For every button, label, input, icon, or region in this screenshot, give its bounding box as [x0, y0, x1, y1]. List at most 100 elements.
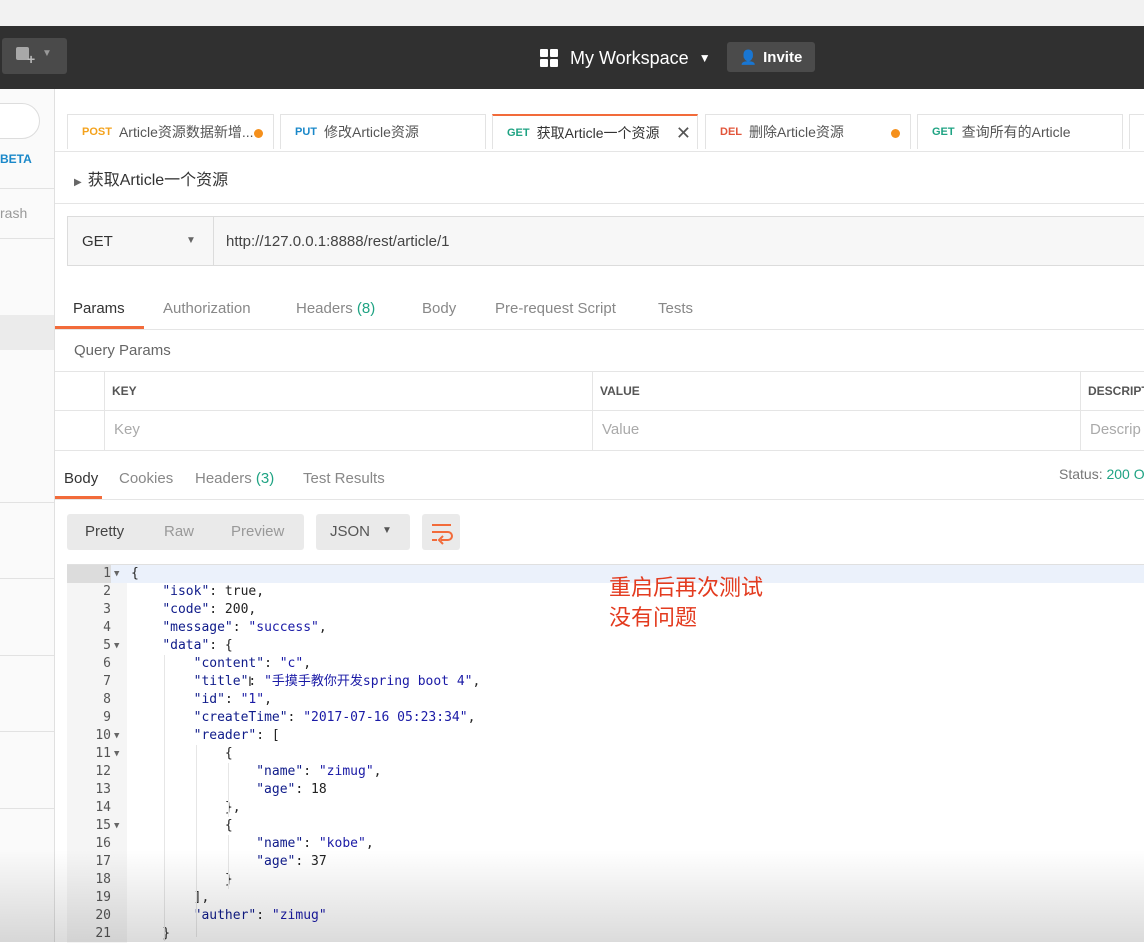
code-text: "auther": "zimug": [193, 908, 327, 923]
tab-method: PUT: [295, 126, 317, 138]
code-line: 9 "createTime": "2017-07-16 05:23:34",: [67, 709, 1144, 727]
preview-button[interactable]: Preview: [231, 523, 284, 540]
line-number: 2: [103, 584, 111, 599]
code-text: "reader": [: [193, 728, 280, 743]
annotation-text: 重启后再次测试 没有问题: [609, 574, 763, 634]
tab-put-article[interactable]: PUT 修改Article资源: [280, 114, 486, 149]
divider: [0, 808, 54, 809]
query-params-title: Query Params: [74, 342, 171, 359]
text-cursor-icon: I: [248, 673, 252, 689]
headers-count: (8): [356, 300, 376, 317]
tab-cookies[interactable]: Cookies: [119, 470, 173, 487]
tab-label: 删除Article资源: [749, 124, 844, 140]
tab-headers-label: Headers: [296, 300, 353, 317]
tab-del-article[interactable]: DEL 删除Article资源: [705, 114, 911, 149]
top-strip: [0, 0, 1144, 26]
fold-toggle-icon[interactable]: ▼: [114, 727, 119, 745]
raw-button[interactable]: Raw: [164, 523, 194, 540]
value-input[interactable]: Value: [602, 421, 639, 438]
tab-label: 修改Article资源: [324, 124, 419, 140]
indent-guide: [164, 655, 165, 941]
divider: [0, 578, 54, 579]
key-input[interactable]: Key: [114, 421, 140, 438]
tab-body[interactable]: Body: [422, 300, 456, 317]
column-header-key: KEY: [112, 384, 137, 398]
invite-button[interactable]: 👤 Invite: [727, 42, 815, 72]
chevron-down-icon: ▼: [698, 51, 711, 65]
indent-guide: [228, 835, 229, 889]
tab-headers[interactable]: Headers (8): [296, 300, 375, 317]
fold-toggle-icon[interactable]: ▼: [114, 565, 119, 583]
method-select[interactable]: GET ▼: [68, 217, 214, 265]
active-tab-underline: [55, 326, 144, 329]
code-text: ],: [131, 890, 210, 905]
divider: [0, 731, 54, 732]
line-number: 13: [95, 782, 111, 797]
workspace-switcher[interactable]: My Workspace ▼: [540, 46, 711, 70]
tab-authorization[interactable]: Authorization: [163, 300, 251, 317]
code-text: "data": {: [162, 638, 233, 653]
workspace-grid-icon: [540, 49, 558, 67]
tab-response-body[interactable]: Body: [64, 470, 98, 487]
expand-triangle-icon: ▶: [74, 177, 82, 188]
code-line: 7 "title": "手摸手教你开发spring boot 4",: [67, 673, 1144, 691]
code-line: 20 "auther": "zimug": [67, 907, 1144, 925]
sidebar-search-input[interactable]: [0, 103, 40, 139]
tab-test-results[interactable]: Test Results: [303, 470, 385, 487]
fold-toggle-icon[interactable]: ▼: [114, 637, 119, 655]
code-text: {: [131, 746, 233, 761]
tab-get-article-active[interactable]: GET 获取Article一个资源 ✕: [492, 114, 698, 149]
line-number: 9: [103, 710, 111, 725]
status-value: 200 O: [1106, 466, 1144, 482]
code-line: 3 "code": 200,: [67, 601, 1144, 619]
url-bar: GET ▼ http://127.0.0.1:8888/rest/article…: [67, 216, 1144, 266]
line-number: 1: [67, 565, 111, 583]
tab-post-article[interactable]: POST Article资源数据新增...: [67, 114, 274, 149]
line-number: 7: [103, 674, 111, 689]
url-input[interactable]: http://127.0.0.1:8888/rest/article/1: [226, 233, 449, 250]
divider: [55, 203, 1144, 204]
request-tabs-bar: POST Article资源数据新增... PUT 修改Article资源 GE…: [55, 89, 1144, 152]
code-line: 8 "id": "1",: [67, 691, 1144, 709]
fold-toggle-icon[interactable]: ▼: [114, 745, 119, 763]
divider: [0, 188, 54, 189]
divider: [0, 238, 54, 239]
code-line: 1 ▼ {: [67, 565, 1144, 583]
close-icon[interactable]: ✕: [676, 123, 691, 144]
annotation-line: 重启后再次测试: [609, 576, 764, 601]
tab-prerequest-script[interactable]: Pre-request Script: [495, 300, 616, 317]
status-label: Status:: [1059, 466, 1103, 482]
pretty-button[interactable]: Pretty: [85, 523, 124, 540]
add-user-icon: 👤: [739, 48, 758, 65]
code-line: 11 ▼ {: [67, 745, 1144, 763]
line-number: 17: [95, 854, 111, 869]
line-number: 11: [95, 746, 111, 761]
tab-tests[interactable]: Tests: [658, 300, 693, 317]
tab-get-all-articles[interactable]: GET 查询所有的Article: [917, 114, 1123, 149]
wrap-lines-button[interactable]: [422, 514, 460, 550]
new-button[interactable]: ▼: [2, 38, 67, 74]
column-divider: [592, 372, 593, 450]
sidebar-item-trash[interactable]: rash: [0, 205, 27, 221]
format-select[interactable]: JSON ▼: [316, 514, 410, 550]
response-body-editor[interactable]: 1 ▼{2 "isok": true, 3 "code": 200, 4 "messa…: [67, 564, 1144, 943]
fold-toggle-icon[interactable]: ▼: [114, 817, 119, 835]
description-input[interactable]: Descrip: [1090, 421, 1141, 438]
code-text: "name": "kobe",: [256, 836, 374, 851]
new-tab-icon: [16, 47, 35, 67]
code-text: },: [131, 800, 241, 815]
response-headers-count: (3): [255, 470, 275, 487]
tab-params[interactable]: Params: [73, 300, 125, 317]
line-number: 5: [103, 638, 111, 653]
tab-method: POST: [82, 126, 112, 138]
tab-response-headers[interactable]: Headers (3): [195, 470, 274, 487]
sidebar-item-active[interactable]: [0, 315, 54, 350]
request-title[interactable]: ▶ 获取Article一个资源: [74, 166, 228, 190]
request-title-text: 获取Article一个资源: [87, 172, 229, 189]
query-params-table: KEY VALUE DESCRIPT Key Value Descrip: [55, 371, 1144, 451]
code-line: 21 }: [67, 925, 1144, 943]
code-line: 2 "isok": true,: [67, 583, 1144, 601]
wrap-lines-icon: [432, 524, 453, 545]
code-line: 4 "message": "success",: [67, 619, 1144, 637]
tab-more[interactable]: [1129, 114, 1144, 149]
